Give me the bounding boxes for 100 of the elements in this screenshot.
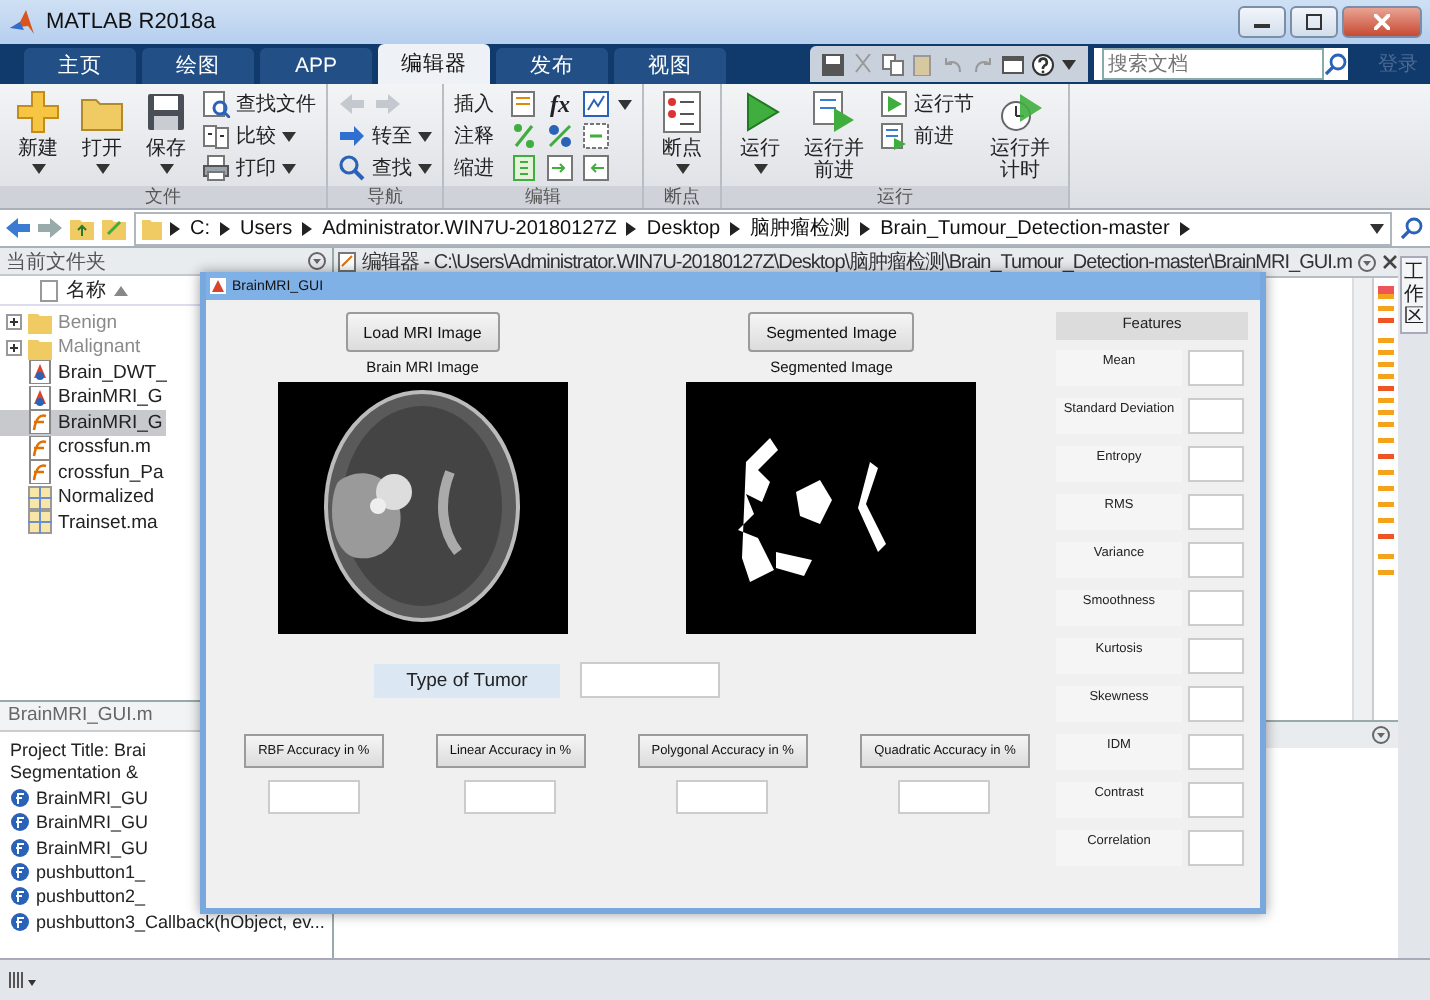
document-play-icon[interactable] <box>880 122 908 150</box>
outdent-icon[interactable] <box>582 154 610 182</box>
caret-icon[interactable] <box>1370 223 1384 233</box>
ribbon-button[interactable]: 查找 <box>338 154 432 182</box>
arrow-icon[interactable] <box>338 122 366 150</box>
caret-icon[interactable] <box>418 131 432 141</box>
path-segment[interactable]: Users <box>238 217 295 239</box>
indent-icon[interactable] <box>546 154 574 182</box>
ribbon-button[interactable]: 插入 <box>454 90 502 118</box>
menu-icon[interactable] <box>308 252 326 270</box>
column-header[interactable]: 名称 <box>66 276 106 304</box>
file-row[interactable]: BrainMRI_G <box>0 385 167 410</box>
ribbon-button[interactable]: 运行 <box>732 90 788 186</box>
search-icon[interactable] <box>1324 52 1348 76</box>
ribbon-button[interactable]: 比较 <box>202 122 316 150</box>
note-icon[interactable] <box>510 90 538 118</box>
ribbon-tab[interactable]: 主页 <box>24 48 136 84</box>
path-segment[interactable]: Brain_Tumour_Detection-master <box>878 217 1172 239</box>
save-icon[interactable] <box>822 53 844 75</box>
caret-icon[interactable] <box>31 164 45 174</box>
caret-icon[interactable] <box>675 164 689 174</box>
feature-field[interactable] <box>1188 782 1244 818</box>
search-icon[interactable] <box>338 154 366 182</box>
ribbon-tab[interactable]: APP <box>260 48 372 84</box>
feature-field[interactable] <box>1188 590 1244 626</box>
window-icon[interactable] <box>1002 53 1024 75</box>
accuracy-field[interactable] <box>464 780 557 814</box>
caret-icon[interactable] <box>95 164 109 174</box>
segment-button[interactable]: Segmented Image <box>748 312 915 352</box>
percent-icon[interactable] <box>546 122 574 150</box>
feature-field[interactable] <box>1188 446 1244 482</box>
function-item[interactable]: pushbutton1_ <box>0 859 146 885</box>
chart-icon[interactable] <box>582 90 610 118</box>
up-folder-icon[interactable] <box>70 216 94 240</box>
close-icon[interactable] <box>1381 254 1398 270</box>
ribbon-button[interactable]: 注释 <box>454 122 502 150</box>
feature-field[interactable] <box>1188 734 1244 770</box>
feature-field[interactable] <box>1188 494 1244 530</box>
ribbon-button[interactable]: 新建 <box>10 90 66 186</box>
file-row[interactable]: Trainset.ma <box>0 510 162 535</box>
browse-folder-icon[interactable] <box>102 216 126 240</box>
feature-field[interactable] <box>1188 638 1244 674</box>
caret-icon[interactable] <box>1062 59 1076 69</box>
load-image-button[interactable]: Load MRI Image <box>345 312 500 352</box>
menu-icon[interactable] <box>1357 253 1376 271</box>
comment-icon[interactable] <box>582 122 610 150</box>
side-tab[interactable]: 工作区 <box>1400 256 1428 334</box>
address-bar[interactable]: C: Users Administrator.WIN7U-20180127Z Desktop 脑肿瘤检测 Brain_Tumour_Detection-master <box>134 211 1392 245</box>
ribbon-button[interactable]: 前进 <box>880 122 974 150</box>
path-segment[interactable]: Administrator.WIN7U-20180127Z <box>320 217 619 239</box>
clock-play-icon[interactable] <box>998 90 1042 134</box>
caret-icon[interactable] <box>159 164 173 174</box>
back-icon[interactable] <box>6 216 30 240</box>
ribbon-button[interactable]: 打印 <box>202 154 316 182</box>
indent-icon[interactable] <box>510 154 538 182</box>
menu-icon[interactable] <box>1372 726 1390 744</box>
ribbon-tab[interactable]: 编辑器 <box>378 44 490 84</box>
file-row[interactable]: BrainMRI_G <box>0 410 167 435</box>
percent-icon[interactable] <box>510 122 538 150</box>
ribbon-button[interactable]: 打开 <box>74 90 130 186</box>
status-grip-icon[interactable] <box>8 970 36 990</box>
tumor-type-field[interactable] <box>579 662 720 698</box>
ribbon-tab[interactable]: 绘图 <box>142 48 254 84</box>
help-icon[interactable] <box>1032 53 1054 75</box>
minimize-button[interactable] <box>1238 6 1286 38</box>
ribbon-button[interactable]: 查找文件 <box>202 90 316 118</box>
feature-field[interactable] <box>1188 398 1244 434</box>
expand-icon[interactable] <box>6 339 22 356</box>
ribbon-button[interactable]: 保存 <box>138 90 194 186</box>
printer-icon[interactable] <box>202 154 230 182</box>
path-segment[interactable]: 脑肿瘤检测 <box>748 214 853 242</box>
sort-ascending-icon[interactable] <box>114 285 128 295</box>
feature-field[interactable] <box>1188 542 1244 578</box>
ribbon-button[interactable]: 运行并计时 <box>982 90 1058 186</box>
caret-icon[interactable] <box>618 99 632 109</box>
forward-icon[interactable] <box>38 216 62 240</box>
accuracy-field[interactable] <box>676 780 769 814</box>
function-item[interactable]: BrainMRI_GU <box>0 835 149 860</box>
caret-icon[interactable] <box>282 131 296 141</box>
breakpoint-list-icon[interactable] <box>660 90 704 134</box>
document-search-icon[interactable] <box>202 90 230 118</box>
caret-icon[interactable] <box>753 164 767 174</box>
file-row[interactable]: Brain_DWT_ <box>0 360 171 385</box>
feature-field[interactable] <box>1188 350 1244 386</box>
function-item[interactable]: BrainMRI_GU <box>0 810 149 836</box>
ribbon-button[interactable]: 运行并前进 <box>796 90 872 186</box>
function-symbol[interactable]: fx <box>546 89 574 119</box>
search-field[interactable]: 搜索文档 <box>1094 48 1348 80</box>
expand-icon[interactable] <box>6 314 22 331</box>
ribbon-tab[interactable]: 视图 <box>614 48 726 84</box>
caret-icon[interactable] <box>418 163 432 173</box>
function-item[interactable]: pushbutton3_Callback(hObject, ev... <box>0 908 325 934</box>
ribbon-tab[interactable]: 发布 <box>496 48 608 84</box>
path-segment[interactable]: Desktop <box>644 217 723 239</box>
maximize-button[interactable] <box>1290 6 1338 38</box>
path-segment[interactable]: C: <box>188 217 212 239</box>
feature-field[interactable] <box>1188 830 1244 866</box>
function-item[interactable]: pushbutton2_ <box>0 884 146 909</box>
plus-icon[interactable] <box>16 90 60 134</box>
ribbon-button[interactable]: 转至 <box>338 122 432 150</box>
